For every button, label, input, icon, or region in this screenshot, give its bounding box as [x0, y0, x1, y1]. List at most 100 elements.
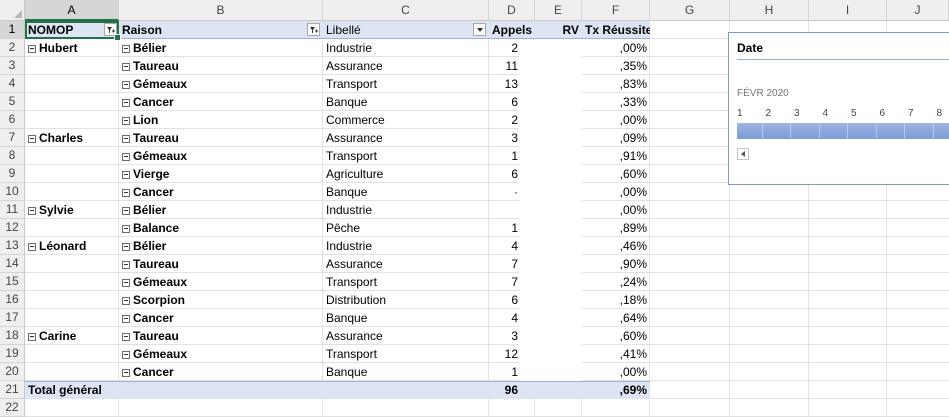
pivot-tx-cell[interactable]: ,91% — [582, 147, 650, 165]
pivot-appels-cell[interactable] — [489, 201, 521, 219]
pivot-raison-cell[interactable]: Gémeaux — [119, 345, 323, 363]
pivot-libelle-cell[interactable]: Assurance — [323, 255, 489, 273]
pivot-libelle-cell[interactable]: Industrie — [323, 237, 489, 255]
pivot-nomop-cell[interactable]: Hubert — [25, 39, 119, 57]
pivot-libelle-cell[interactable]: Transport — [323, 147, 489, 165]
libelle-filter-dropdown-icon[interactable] — [473, 23, 486, 36]
collapse-icon[interactable] — [122, 63, 130, 71]
pivot-libelle-cell[interactable]: Commerce — [323, 111, 489, 129]
pivot-libelle-cell[interactable]: Industrie — [323, 39, 489, 57]
pivot-tx-cell[interactable]: ,35% — [582, 57, 650, 75]
column-header-f[interactable]: F — [582, 0, 650, 21]
pivot-tx-cell[interactable]: ,60% — [582, 165, 650, 183]
collapse-icon[interactable] — [122, 279, 130, 287]
pivot-appels-cell[interactable]: 13 — [489, 75, 521, 93]
collapse-icon[interactable] — [122, 81, 130, 89]
pivot-libelle-cell[interactable]: Transport — [323, 75, 489, 93]
column-header-d[interactable]: D — [489, 0, 535, 21]
pivot-libelle-cell[interactable]: Assurance — [323, 57, 489, 75]
row-header-17[interactable]: 17 — [0, 309, 25, 327]
pivot-nomop-cell[interactable]: Carine — [25, 327, 119, 345]
collapse-icon[interactable] — [122, 135, 130, 143]
row-header-2[interactable]: 2 — [0, 39, 25, 57]
pivot-raison-cell[interactable]: Scorpion — [119, 291, 323, 309]
pivot-tx-cell[interactable]: ,18% — [582, 291, 650, 309]
collapse-icon[interactable] — [122, 369, 130, 377]
row-header-10[interactable]: 10 — [0, 183, 25, 201]
collapse-icon[interactable] — [28, 207, 36, 215]
collapse-icon[interactable] — [122, 99, 130, 107]
pivot-tx-cell[interactable]: ,00% — [582, 111, 650, 129]
pivot-appels-cell[interactable]: 3 — [489, 327, 521, 345]
pivot-libelle-cell[interactable]: Banque — [323, 183, 489, 201]
row-header-9[interactable]: 9 — [0, 165, 25, 183]
pivot-tx-cell[interactable]: ,00% — [582, 39, 650, 57]
pivot-raison-cell[interactable]: Balance — [119, 219, 323, 237]
row-header-3[interactable]: 3 — [0, 57, 25, 75]
pivot-appels-cell[interactable]: 3 — [489, 129, 521, 147]
pivot-libelle-cell[interactable]: Banque — [323, 363, 489, 381]
row-header-7[interactable]: 7 — [0, 129, 25, 147]
collapse-icon[interactable] — [28, 135, 36, 143]
pivot-tx-cell[interactable]: ,41% — [582, 345, 650, 363]
pivot-appels-cell[interactable]: 11 — [489, 57, 521, 75]
collapse-icon[interactable] — [122, 153, 130, 161]
row-header-8[interactable]: 8 — [0, 147, 25, 165]
row-header-1[interactable]: 1 — [0, 21, 25, 39]
row-header-21[interactable]: 21 — [0, 381, 25, 399]
column-header-a[interactable]: A — [25, 0, 119, 21]
pivot-tx-cell[interactable]: ,89% — [582, 219, 650, 237]
pivot-tx-cell[interactable]: ,00% — [582, 183, 650, 201]
pivot-raison-cell[interactable]: Cancer — [119, 183, 323, 201]
pivot-raison-cell[interactable]: Cancer — [119, 93, 323, 111]
pivot-appels-cell[interactable]: 1 — [489, 147, 521, 165]
collapse-icon[interactable] — [28, 45, 36, 53]
pivot-tx-cell[interactable]: ,24% — [582, 273, 650, 291]
collapse-icon[interactable] — [122, 351, 130, 359]
row-header-20[interactable]: 20 — [0, 363, 25, 381]
collapse-icon[interactable] — [122, 261, 130, 269]
row-header-22[interactable]: 22 — [0, 399, 25, 417]
pivot-nomop-cell[interactable]: Charles — [25, 129, 119, 147]
pivot-libelle-cell[interactable]: Transport — [323, 345, 489, 363]
row-header-14[interactable]: 14 — [0, 255, 25, 273]
pivot-raison-cell[interactable]: Bélier — [119, 201, 323, 219]
pivot-nomop-cell[interactable]: Sylvie — [25, 201, 119, 219]
row-header-15[interactable]: 15 — [0, 273, 25, 291]
collapse-icon[interactable] — [122, 225, 130, 233]
pivot-appels-cell[interactable]: 2 — [489, 111, 521, 129]
pivot-libelle-cell[interactable]: Assurance — [323, 327, 489, 345]
collapse-icon[interactable] — [122, 117, 130, 125]
timeline-selected-range[interactable] — [737, 123, 949, 139]
pivot-tx-cell[interactable]: ,64% — [582, 309, 650, 327]
pivot-libelle-cell[interactable]: Banque — [323, 309, 489, 327]
row-header-12[interactable]: 12 — [0, 219, 25, 237]
pivot-tx-cell[interactable]: ,46% — [582, 237, 650, 255]
collapse-icon[interactable] — [122, 171, 130, 179]
pivot-appels-cell[interactable]: 2 — [489, 39, 521, 57]
select-all-corner[interactable] — [0, 0, 25, 21]
collapse-icon[interactable] — [122, 189, 130, 197]
pivot-libelle-cell[interactable]: Industrie — [323, 201, 489, 219]
pivot-tx-cell[interactable]: ,33% — [582, 93, 650, 111]
pivot-total-label[interactable]: Total général — [25, 381, 225, 399]
pivot-header-libelle[interactable]: Libellé — [323, 21, 463, 39]
pivot-raison-cell[interactable]: Lion — [119, 111, 323, 129]
pivot-libelle-cell[interactable]: Banque — [323, 93, 489, 111]
collapse-icon[interactable] — [122, 207, 130, 215]
pivot-raison-cell[interactable]: Bélier — [119, 39, 323, 57]
pivot-total-appels[interactable]: 96 — [489, 381, 521, 399]
collapse-icon[interactable] — [28, 243, 36, 251]
column-header-c[interactable]: C — [323, 0, 489, 21]
collapse-icon[interactable] — [122, 45, 130, 53]
pivot-raison-cell[interactable]: Taureau — [119, 57, 323, 75]
pivot-raison-cell[interactable]: Gémeaux — [119, 147, 323, 165]
column-header-j[interactable]: J — [887, 0, 949, 21]
pivot-raison-cell[interactable]: Gémeaux — [119, 273, 323, 291]
spreadsheet-grid[interactable]: A B C D E F G H I J 1 2 3 4 5 6 7 8 9 10 11 12 13 14 15 16 17 18 19 2… — [0, 0, 949, 417]
pivot-tx-cell[interactable]: ,90% — [582, 255, 650, 273]
row-header-18[interactable]: 18 — [0, 327, 25, 345]
pivot-appels-cell[interactable]: 7 — [489, 255, 521, 273]
column-header-g[interactable]: G — [650, 0, 730, 21]
pivot-raison-cell[interactable]: Cancer — [119, 363, 323, 381]
